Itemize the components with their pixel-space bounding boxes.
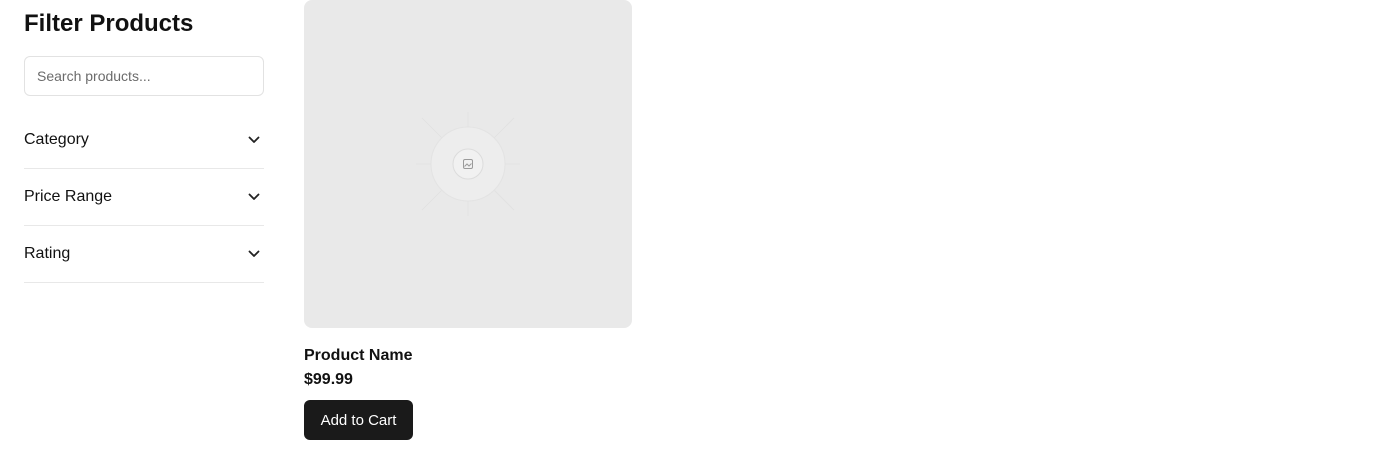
search-input[interactable] <box>24 56 264 96</box>
image-placeholder-icon <box>416 112 520 216</box>
filter-price-range[interactable]: Price Range <box>24 169 264 226</box>
filter-label: Price Range <box>24 188 113 205</box>
filter-category[interactable]: Category <box>24 112 264 169</box>
add-to-cart-button[interactable]: Add to Cart <box>304 400 413 440</box>
filter-rating[interactable]: Rating <box>24 226 264 283</box>
sidebar-title: Filter Products <box>24 10 194 37</box>
product-price: $99.99 <box>304 371 353 388</box>
chevron-down-icon <box>246 189 262 205</box>
filter-list: Category Price Range Rating <box>24 112 264 283</box>
product-name[interactable]: Product Name <box>304 346 412 366</box>
product-image[interactable] <box>304 0 632 328</box>
chevron-down-icon <box>246 132 262 148</box>
chevron-down-icon <box>246 246 262 262</box>
filter-label: Category <box>24 131 89 148</box>
filter-label: Rating <box>24 245 71 262</box>
page: Filter Products Category Price Range Rat… <box>0 0 1376 456</box>
